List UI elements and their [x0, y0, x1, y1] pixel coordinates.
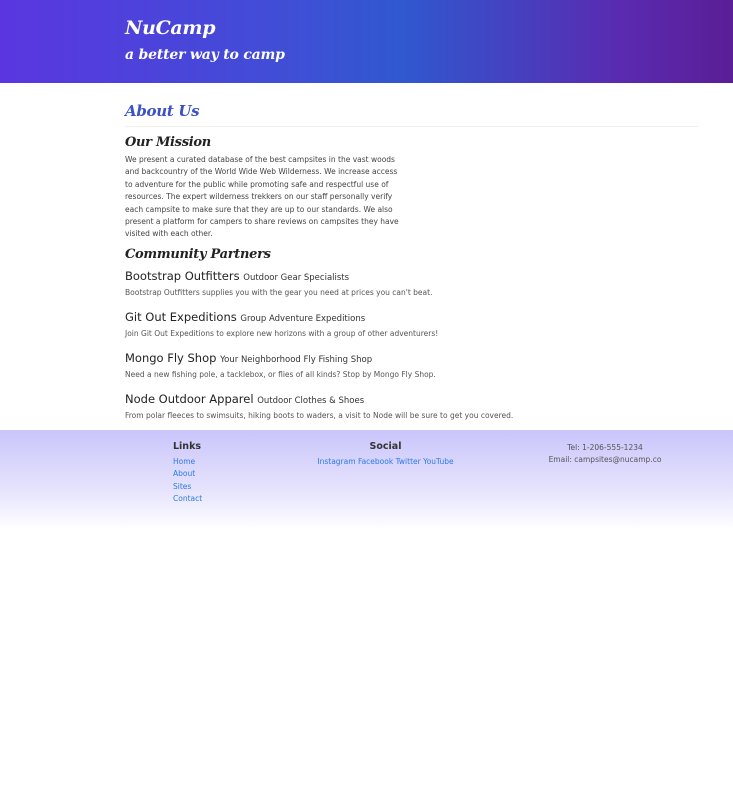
social-link-instagram[interactable]: Instagram: [317, 457, 355, 466]
header-banner: NuCamp a better way to camp: [0, 0, 733, 83]
mission-heading: Our Mission: [125, 135, 211, 150]
partner-subtitle: Group Adventure Expeditions: [240, 313, 366, 324]
main-content: About Us Our Mission We present a curate…: [0, 100, 698, 422]
social-link-twitter[interactable]: Twitter: [396, 457, 421, 466]
partner-description: From polar fleeces to swimsuits, hiking …: [125, 410, 514, 420]
footer-link-sites[interactable]: Sites: [173, 481, 202, 493]
partner-subtitle: Outdoor Gear Specialists: [243, 272, 350, 283]
footer-social-title: Social: [369, 441, 402, 452]
title-divider: [125, 126, 698, 127]
partner-description: Bootstrap Outfitters supplies you with t…: [125, 287, 433, 297]
partner-name: Mongo Fly Shop: [125, 350, 217, 365]
footer-contact: Tel: 1-206-555-1234 Email: campsites@nuc…: [540, 440, 670, 466]
social-link-youtube[interactable]: YouTube: [423, 457, 454, 466]
partners-heading: Community Partners: [125, 246, 271, 262]
brand-name: NuCamp: [125, 17, 216, 39]
contact-phone: Tel: 1-206-555-1234: [567, 443, 643, 452]
partner-name: Node Outdoor Apparel: [125, 391, 254, 406]
page-title: About Us: [125, 102, 200, 120]
brand-tagline: a better way to camp: [125, 47, 285, 63]
partner-bootstrap-outfitters: Bootstrap Outfitters Outdoor Gear Specia…: [125, 268, 698, 299]
partner-description: Join Git Out Expeditions to explore new …: [125, 328, 439, 338]
footer-links-title: Links: [173, 441, 202, 452]
mission-text: We present a curated database of the bes…: [125, 155, 399, 239]
footer-social: Social Instagram Facebook Twitter YouTub…: [314, 440, 457, 468]
footer-link-contact[interactable]: Contact: [173, 493, 202, 505]
footer-link-about[interactable]: About: [173, 468, 202, 480]
partner-node-outdoor-apparel: Node Outdoor Apparel Outdoor Clothes & S…: [125, 391, 698, 422]
partner-mongo-fly-shop: Mongo Fly Shop Your Neighborhood Fly Fis…: [125, 350, 698, 381]
contact-email: Email: campsites@nucamp.co: [548, 455, 662, 464]
footer-link-home[interactable]: Home: [173, 456, 202, 468]
site-footer: Links Home About Sites Contact Social In…: [0, 430, 733, 530]
partner-subtitle: Your Neighborhood Fly Fishing Shop: [220, 354, 373, 365]
partner-description: Need a new fishing pole, a tacklebox, or…: [125, 369, 436, 379]
partner-git-out-expeditions: Git Out Expeditions Group Adventure Expe…: [125, 309, 698, 340]
partner-subtitle: Outdoor Clothes & Shoes: [257, 395, 365, 406]
partner-name: Bootstrap Outfitters: [125, 268, 240, 283]
partner-name: Git Out Expeditions: [125, 309, 237, 324]
social-link-facebook[interactable]: Facebook: [358, 457, 393, 466]
footer-links: Links Home About Sites Contact: [173, 440, 202, 505]
